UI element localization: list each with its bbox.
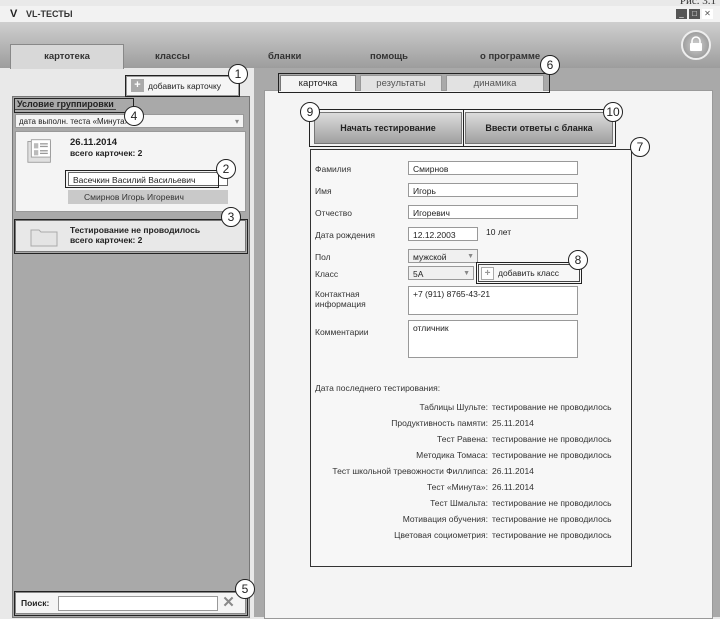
result-test-name: Тест «Минута»: xyxy=(426,482,488,492)
group-count: всего карточек: 2 xyxy=(70,148,143,158)
contact-label: Контактная информация xyxy=(315,289,366,309)
result-value: 26.11.2014 xyxy=(492,466,534,476)
result-value: тестирование не проводилось xyxy=(492,434,612,444)
result-value: тестирование не проводилось xyxy=(492,514,612,524)
callout-box xyxy=(14,219,248,254)
callout-7: 7 xyxy=(630,137,650,157)
name-label: Имя xyxy=(315,186,332,196)
result-test-name: Тест Шмальта: xyxy=(430,498,488,508)
tab-help[interactable]: помощь xyxy=(370,46,408,68)
result-test-name: Тест школьной тревожности Филлипса: xyxy=(332,466,488,476)
gender-label: Пол xyxy=(315,252,331,262)
cards-folder-icon xyxy=(27,139,51,163)
callout-9: 9 xyxy=(300,102,320,122)
callout-box xyxy=(476,262,582,284)
callout-box xyxy=(125,75,240,97)
tab-forms[interactable]: бланки xyxy=(268,46,301,68)
result-test-name: Продуктивность памяти: xyxy=(391,418,488,428)
callout-box xyxy=(278,73,550,93)
result-value: тестирование не проводилось xyxy=(492,498,612,508)
app-title: VL-ТЕСТЫ xyxy=(26,9,73,19)
gender-select[interactable]: мужской ▼ xyxy=(408,249,478,263)
callout-3: 3 xyxy=(221,207,241,227)
callout-box xyxy=(65,170,219,188)
dob-field[interactable]: 12.12.2003 xyxy=(408,227,478,241)
title-bar xyxy=(0,6,720,22)
patronymic-field[interactable]: Игоревич xyxy=(408,205,578,219)
result-test-name: Мотивация обучения: xyxy=(402,514,488,524)
tab-classes[interactable]: классы xyxy=(155,46,190,68)
callout-10: 10 xyxy=(603,102,623,122)
callout-box xyxy=(14,98,134,113)
patronymic-label: Отчество xyxy=(315,208,352,218)
maximize-button[interactable]: □ xyxy=(689,9,700,19)
tab-kartoteka[interactable]: картотека xyxy=(10,44,124,69)
result-value: тестирование не проводилось xyxy=(492,402,612,412)
tab-about[interactable]: о программе xyxy=(480,46,540,68)
chevron-down-icon: ▾ xyxy=(234,117,239,126)
callout-box xyxy=(463,109,616,147)
last-test-label: Дата последнего тестирования: xyxy=(315,383,441,393)
result-value: тестирование не проводилось xyxy=(492,530,612,540)
class-value: 5А xyxy=(413,269,424,279)
result-value: тестирование не проводилось xyxy=(492,450,612,460)
result-test-name: Таблицы Шульте: xyxy=(419,402,488,412)
callout-6: 6 xyxy=(540,55,560,75)
comment-label: Комментарии xyxy=(315,327,369,337)
gender-value: мужской xyxy=(413,252,447,262)
name-field[interactable]: Игорь xyxy=(408,183,578,197)
app-logo: V xyxy=(10,8,17,20)
group-date: 26.11.2014 xyxy=(70,137,118,148)
list-item-person[interactable]: Смирнов Игорь Игоревич xyxy=(68,190,228,204)
class-select[interactable]: 5А ▼ xyxy=(408,266,474,280)
age-value: 10 лет xyxy=(486,227,512,237)
dob-label: Дата рождения xyxy=(315,230,375,240)
minimize-button[interactable]: _ xyxy=(676,9,687,19)
surname-label: Фамилия xyxy=(315,164,352,174)
result-test-name: Цветовая социометрия: xyxy=(394,530,488,540)
callout-1: 1 xyxy=(228,64,248,84)
class-label: Класс xyxy=(315,269,339,279)
callout-4: 4 xyxy=(124,106,144,126)
callout-box xyxy=(14,591,248,616)
callout-box xyxy=(309,109,464,147)
close-button[interactable]: ✕ xyxy=(702,9,713,19)
callout-8: 8 xyxy=(568,250,588,270)
callout-2: 2 xyxy=(216,159,236,179)
lock-icon xyxy=(690,36,702,51)
chevron-down-icon: ▼ xyxy=(463,270,470,277)
comment-field[interactable]: отличник xyxy=(408,320,578,358)
result-test-name: Тест Равена: xyxy=(437,434,488,444)
contact-field[interactable]: +7 (911) 8765-43-21 xyxy=(408,286,578,315)
lock-button[interactable] xyxy=(681,30,711,60)
surname-field[interactable]: Смирнов xyxy=(408,161,578,175)
result-value: 26.11.2014 xyxy=(492,482,534,492)
result-test-name: Методика Томаса: xyxy=(416,450,488,460)
result-value: 25.11.2014 xyxy=(492,418,534,428)
chevron-down-icon: ▼ xyxy=(467,253,474,260)
callout-5: 5 xyxy=(235,579,255,599)
group-select-value: дата выполн. теста «Минута» xyxy=(19,117,130,126)
